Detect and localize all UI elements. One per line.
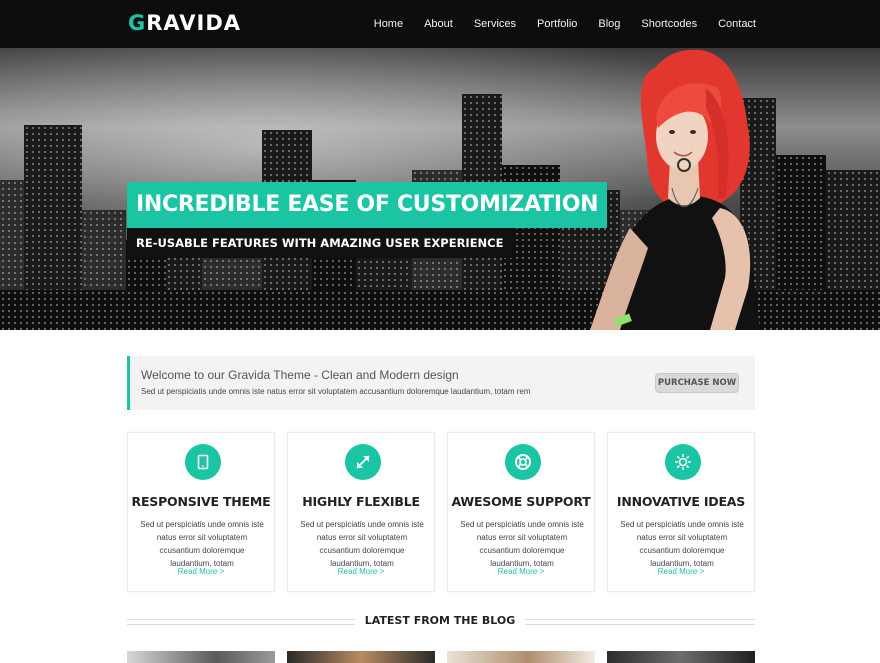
nav-home[interactable]: Home: [374, 18, 403, 30]
feature-title: INNOVATIVE IDEAS: [616, 494, 746, 509]
nav-about[interactable]: About: [424, 18, 453, 30]
blog-section-title: LATEST FROM THE BLOG: [0, 614, 880, 627]
blog-thumbnail[interactable]: [607, 651, 755, 663]
blog-thumbnail[interactable]: [127, 651, 275, 663]
nav-services[interactable]: Services: [474, 18, 516, 30]
feature-text: Sed ut perspiciatis unde omnis iste natu…: [460, 520, 584, 568]
read-more-link[interactable]: Read More >: [288, 567, 434, 576]
welcome-callout: Welcome to our Gravida Theme - Clean and…: [127, 356, 755, 410]
blog-thumbnail[interactable]: [447, 651, 595, 663]
feature-title: RESPONSIVE THEME: [131, 494, 271, 509]
read-more-link[interactable]: Read More >: [128, 567, 274, 576]
hero-subtitle: RE-USABLE FEATURES WITH AMAZING USER EXP…: [127, 228, 513, 258]
feature-card-flexible: HIGHLY FLEXIBLE Sed ut perspiciatis unde…: [287, 432, 435, 592]
purchase-now-button[interactable]: PURCHASE NOW: [655, 373, 739, 393]
feature-text: Sed ut perspiciatis unde omnis iste natu…: [300, 520, 424, 568]
nav-contact[interactable]: Contact: [718, 18, 756, 30]
hero-slider: INCREDIBLE EASE OF CUSTOMIZATION RE-USAB…: [0, 48, 880, 330]
feature-card-responsive: RESPONSIVE THEME Sed ut perspiciatis und…: [127, 432, 275, 592]
feature-text: Sed ut perspiciatis unde omnis iste natu…: [620, 520, 744, 568]
welcome-text: Sed ut perspiciatis unde omnis iste natu…: [141, 387, 531, 396]
feature-card-support: AWESOME SUPPORT Sed ut perspiciatis unde…: [447, 432, 595, 592]
nav-blog[interactable]: Blog: [598, 18, 620, 30]
read-more-link[interactable]: Read More >: [608, 567, 754, 576]
feature-title: AWESOME SUPPORT: [451, 494, 591, 509]
read-more-link[interactable]: Read More >: [448, 567, 594, 576]
nav-shortcodes[interactable]: Shortcodes: [641, 18, 697, 30]
welcome-heading: Welcome to our Gravida Theme - Clean and…: [141, 368, 459, 382]
lifebuoy-icon: [505, 444, 541, 480]
expand-arrows-icon: [345, 444, 381, 480]
hero-title: INCREDIBLE EASE OF CUSTOMIZATION: [127, 182, 608, 228]
main-nav: Home About Services Portfolio Blog Short…: [353, 0, 756, 48]
blog-thumbnail[interactable]: [287, 651, 435, 663]
feature-card-innovative: INNOVATIVE IDEAS Sed ut perspiciatis und…: [607, 432, 755, 592]
feature-title: HIGHLY FLEXIBLE: [302, 494, 420, 509]
top-navigation-bar: GRAVIDA Home About Services Portfolio Bl…: [0, 0, 880, 48]
tablet-icon: [185, 444, 221, 480]
site-logo[interactable]: GRAVIDA: [128, 11, 241, 35]
feature-text: Sed ut perspiciatis unde omnis iste natu…: [140, 520, 264, 568]
nav-portfolio[interactable]: Portfolio: [537, 18, 577, 30]
sun-icon: [665, 444, 701, 480]
